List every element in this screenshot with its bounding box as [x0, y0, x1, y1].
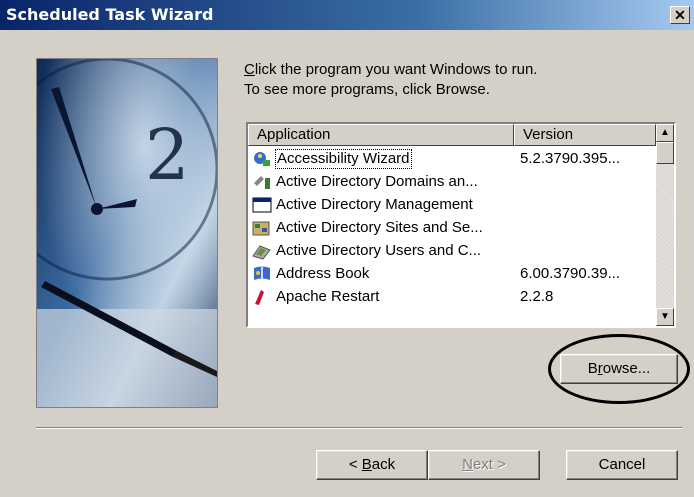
- program-list[interactable]: Application Version Accessibility Wizard…: [246, 122, 676, 328]
- instruction-line-1: Click the program you want Windows to ru…: [244, 61, 538, 78]
- address-book-icon: [252, 265, 272, 283]
- accessibility-wizard-icon: [252, 150, 272, 168]
- ad-management-icon: [252, 196, 272, 214]
- list-header: Application Version: [248, 124, 656, 146]
- apache-restart-icon: [252, 288, 272, 306]
- ad-users-icon: [252, 242, 272, 260]
- list-item[interactable]: Active Directory Management: [248, 194, 656, 217]
- next-button[interactable]: Next >: [428, 450, 540, 480]
- instruction-line-2: To see more programs, click Browse.: [244, 81, 490, 98]
- divider-highlight: [36, 428, 682, 429]
- column-application[interactable]: Application: [248, 124, 514, 146]
- list-item[interactable]: Active Directory Users and C...: [248, 240, 656, 263]
- scroll-thumb[interactable]: [656, 142, 674, 164]
- column-version[interactable]: Version: [514, 124, 656, 146]
- title-bar: Scheduled Task Wizard ✕: [0, 0, 694, 30]
- list-scrollbar[interactable]: ▲ ▼: [656, 124, 674, 326]
- list-item[interactable]: Active Directory Domains an...: [248, 171, 656, 194]
- list-item[interactable]: Accessibility Wizard 5.2.3790.395...: [248, 148, 656, 171]
- list-item[interactable]: Active Directory Sites and Se...: [248, 217, 656, 240]
- annotation-circle: [548, 334, 690, 404]
- list-item[interactable]: Address Book 6.00.3790.39...: [248, 263, 656, 286]
- back-button[interactable]: < Back: [316, 450, 428, 480]
- scroll-up-button[interactable]: ▲: [656, 124, 674, 142]
- scroll-down-button[interactable]: ▼: [656, 308, 674, 326]
- clock-pen-illustration: 2: [37, 59, 217, 407]
- window-title: Scheduled Task Wizard: [6, 5, 214, 24]
- instructions: Click the program you want Windows to ru…: [244, 60, 537, 100]
- ad-domains-icon: [252, 173, 272, 191]
- wizard-illustration: 2: [36, 58, 218, 408]
- cancel-button[interactable]: Cancel: [566, 450, 678, 480]
- ad-sites-icon: [252, 219, 272, 237]
- svg-text:2: 2: [145, 114, 190, 196]
- list-item[interactable]: Apache Restart 2.2.8: [248, 286, 656, 309]
- close-button[interactable]: ✕: [670, 6, 690, 24]
